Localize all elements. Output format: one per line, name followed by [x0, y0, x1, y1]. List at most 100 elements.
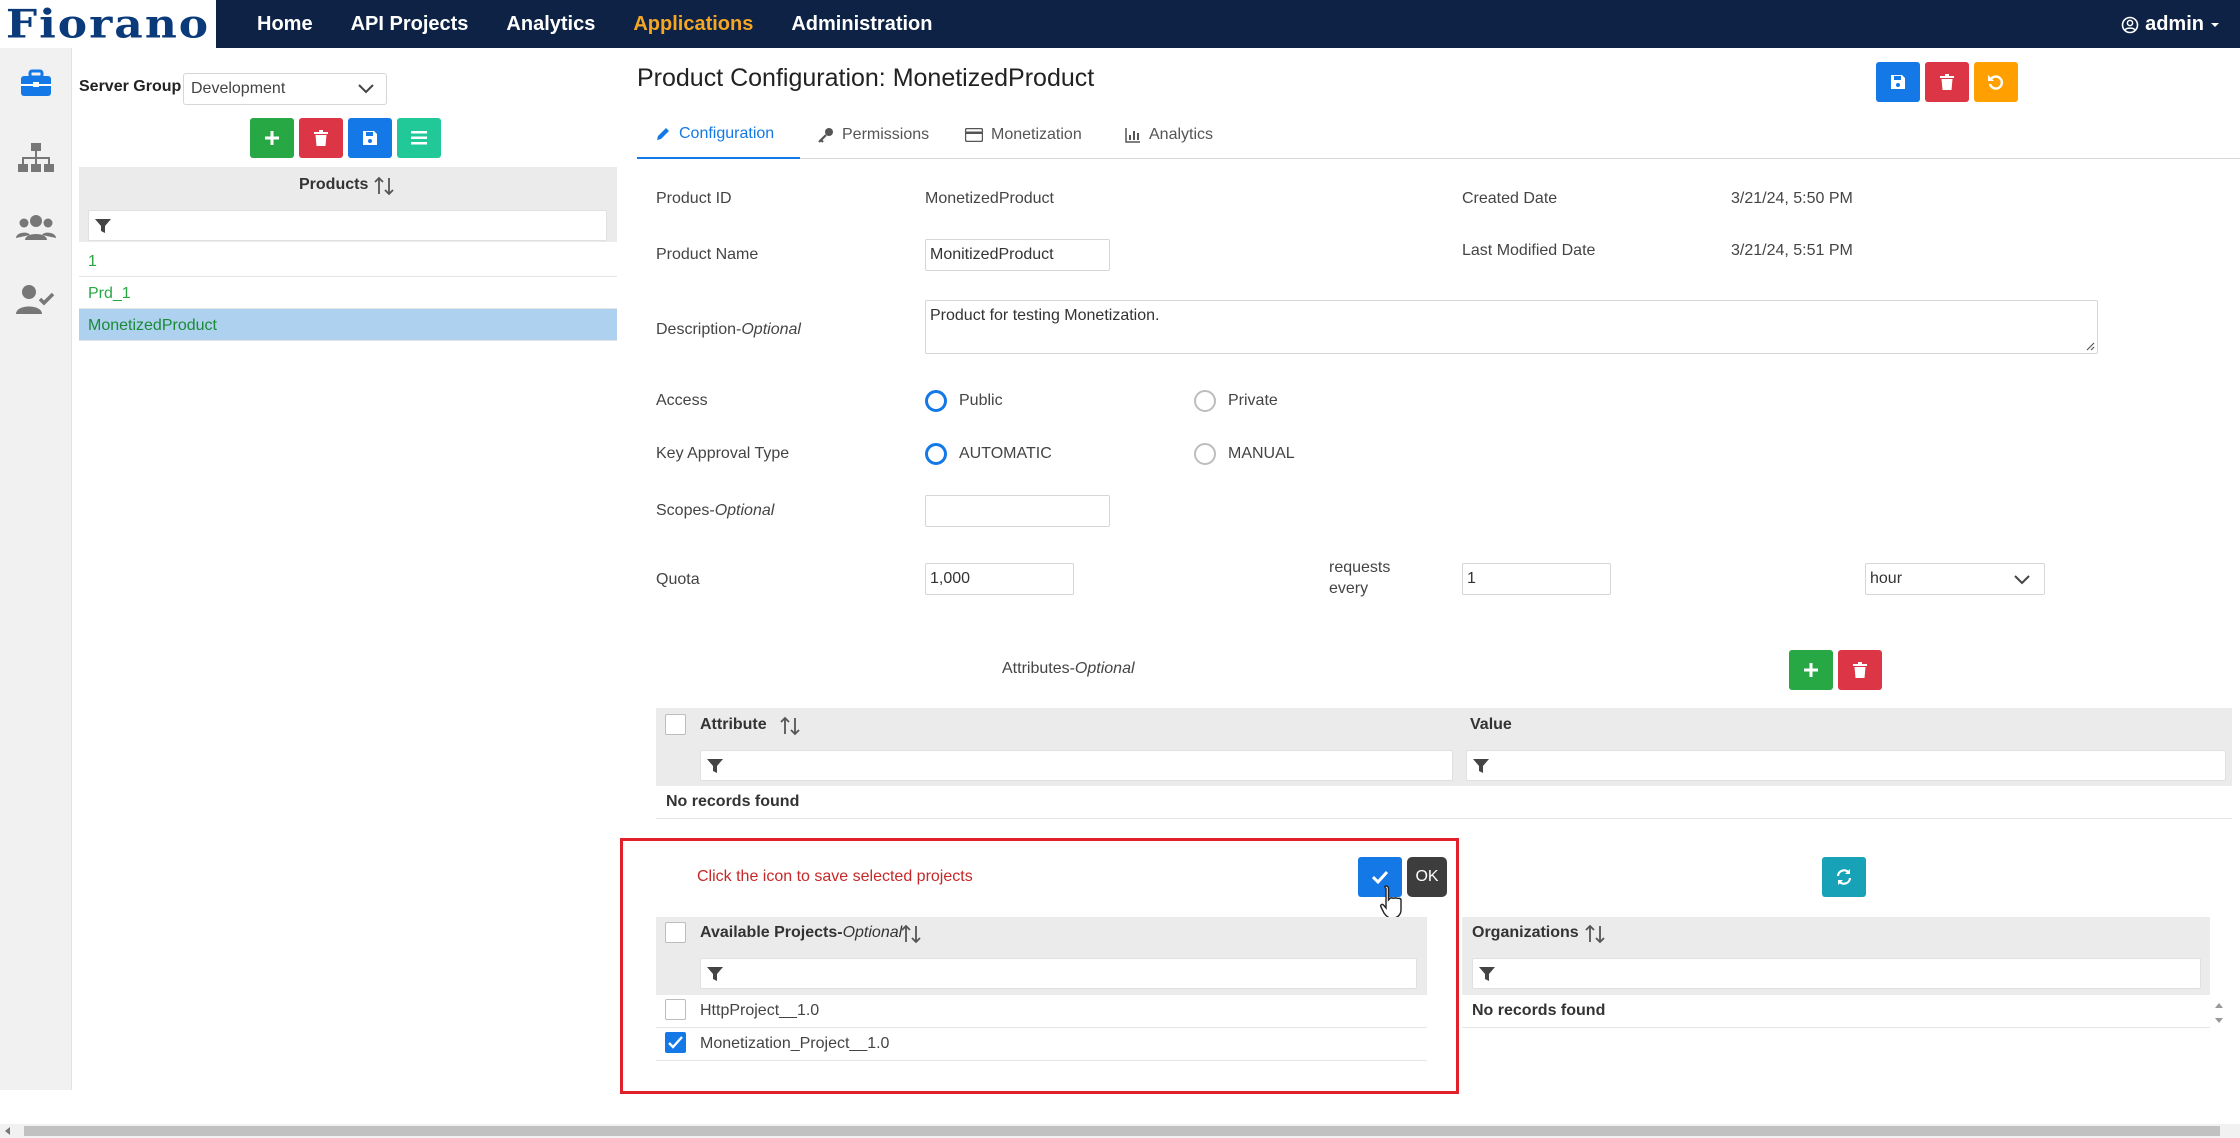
check-icon — [668, 1036, 683, 1049]
filter-icon — [95, 219, 111, 233]
resize-handle-icon[interactable] — [2085, 341, 2095, 351]
plus-icon — [1804, 663, 1818, 677]
projects-column-header[interactable]: Available Projects-Optional — [700, 924, 902, 942]
last-modified-label: Last Modified Date — [1462, 242, 1596, 259]
delete-product-button[interactable] — [299, 118, 343, 158]
nav-home[interactable]: Home — [238, 13, 332, 36]
nav-administration[interactable]: Administration — [772, 13, 951, 36]
server-group-value: Development — [191, 80, 286, 97]
organizations-empty-row: No records found — [1462, 995, 2210, 1028]
access-private-radio[interactable] — [1194, 390, 1216, 412]
user-menu[interactable]: admin — [2121, 13, 2220, 36]
attribute-column-header[interactable]: Attribute — [700, 716, 767, 734]
add-product-button[interactable] — [250, 118, 294, 158]
product-id-label: Product ID — [656, 190, 732, 207]
save-button[interactable] — [1876, 62, 1920, 102]
interval-unit-value: hour — [1870, 570, 1903, 587]
sort-icon[interactable] — [1584, 923, 1606, 945]
nav-api-projects[interactable]: API Projects — [332, 13, 488, 36]
projects-select-all-checkbox[interactable] — [665, 922, 686, 943]
user-circle-icon — [2121, 16, 2139, 33]
attributes-empty-text: No records found — [666, 793, 800, 810]
interval-input[interactable]: 1 — [1462, 563, 1611, 595]
add-attribute-button[interactable] — [1789, 650, 1833, 690]
access-private-label: Private — [1228, 392, 1278, 409]
briefcase-icon[interactable] — [16, 64, 56, 104]
users-icon[interactable] — [16, 207, 56, 247]
access-public-radio[interactable] — [925, 390, 947, 412]
bar-chart-icon — [1125, 128, 1140, 143]
attributes-label: Attributes-Optional — [1002, 660, 1135, 677]
save-icon — [1891, 75, 1905, 89]
user-check-icon[interactable] — [16, 279, 56, 319]
reset-button[interactable] — [1974, 62, 2018, 102]
product-id-value: MonetizedProduct — [925, 190, 1054, 207]
filter-icon — [1479, 967, 1495, 981]
sort-icon[interactable] — [373, 175, 395, 197]
tab-analytics[interactable]: Analytics — [1107, 111, 1231, 159]
key-approval-label: Key Approval Type — [656, 445, 790, 462]
filter-icon — [707, 967, 723, 981]
tab-monetization[interactable]: Monetization — [947, 111, 1100, 159]
quota-input[interactable]: 1,000 — [925, 563, 1074, 595]
plus-icon — [265, 131, 279, 145]
list-products-button[interactable] — [397, 118, 441, 158]
credit-card-icon — [965, 128, 983, 142]
fiorano-logo[interactable]: Fiorano — [0, 0, 218, 48]
description-textarea[interactable]: Product for testing Monetization. — [925, 300, 2098, 354]
value-filter-input[interactable] — [1466, 750, 2226, 781]
product-row-selected[interactable]: MonetizedProduct — [79, 309, 617, 341]
page-title: Product Configuration: MonetizedProduct — [637, 64, 1095, 92]
projects-filter-input[interactable] — [700, 958, 1417, 989]
server-group-select[interactable]: Development — [183, 73, 387, 105]
tab-permissions[interactable]: Permissions — [800, 111, 947, 159]
caret-down-icon — [2211, 22, 2219, 27]
filter-icon — [1473, 759, 1489, 773]
user-name: admin — [2145, 13, 2204, 35]
created-date-value: 3/21/24, 5:50 PM — [1731, 190, 1853, 207]
refresh-organizations-button[interactable] — [1822, 857, 1866, 897]
product-row[interactable]: Prd_1 — [79, 277, 617, 309]
scrollbar-thumb[interactable] — [24, 1126, 2220, 1136]
sort-icon[interactable] — [900, 923, 922, 945]
tab-configuration[interactable]: Configuration — [637, 111, 800, 159]
organizations-table-header: Organizations — [1462, 917, 2210, 995]
nav-applications[interactable]: Applications — [614, 13, 772, 36]
project-checkbox[interactable] — [665, 999, 686, 1020]
scopes-label: Scopes-Optional — [656, 502, 775, 519]
refresh-icon — [1836, 869, 1852, 885]
project-row[interactable]: HttpProject__1.0 — [656, 995, 1427, 1028]
key-automatic-radio[interactable] — [925, 443, 947, 465]
hand-cursor-icon — [1380, 885, 1402, 919]
list-icon — [411, 131, 427, 145]
sort-icon[interactable] — [779, 715, 801, 737]
projects-table-header: Available Projects-Optional — [656, 917, 1427, 995]
delete-attribute-button[interactable] — [1838, 650, 1882, 690]
top-navbar: Fiorano Home API Projects Analytics Appl… — [0, 0, 2240, 48]
sitemap-icon[interactable] — [16, 138, 56, 178]
products-table-header: Products — [79, 167, 617, 242]
product-name-input[interactable]: MonitizedProduct — [925, 239, 1110, 271]
trash-icon — [1940, 74, 1954, 90]
attributes-select-all-checkbox[interactable] — [665, 714, 686, 735]
save-product-button[interactable] — [348, 118, 392, 158]
organizations-filter-input[interactable] — [1472, 958, 2201, 989]
chevron-down-icon — [2014, 575, 2030, 585]
interval-unit-select[interactable]: hour — [1865, 563, 2045, 595]
products-filter-input[interactable] — [88, 210, 607, 241]
nav-analytics[interactable]: Analytics — [487, 13, 614, 36]
scopes-input[interactable] — [925, 495, 1110, 527]
description-label: Description-Optional — [656, 321, 801, 338]
project-row[interactable]: Monetization_Project__1.0 — [656, 1028, 1427, 1061]
attribute-filter-input[interactable] — [700, 750, 1453, 781]
organizations-column-header[interactable]: Organizations — [1472, 924, 1579, 942]
vertical-scrollbar[interactable] — [2212, 1000, 2226, 1026]
horizontal-scrollbar[interactable] — [0, 1124, 2240, 1138]
main-nav: Home API Projects Analytics Applications… — [238, 0, 951, 48]
key-manual-radio[interactable] — [1194, 443, 1216, 465]
products-column-header[interactable]: Products — [299, 176, 368, 194]
project-checkbox-checked[interactable] — [665, 1032, 686, 1053]
delete-button[interactable] — [1925, 62, 1969, 102]
product-row[interactable]: 1 — [79, 245, 617, 277]
scroll-left-icon[interactable] — [4, 1127, 12, 1135]
